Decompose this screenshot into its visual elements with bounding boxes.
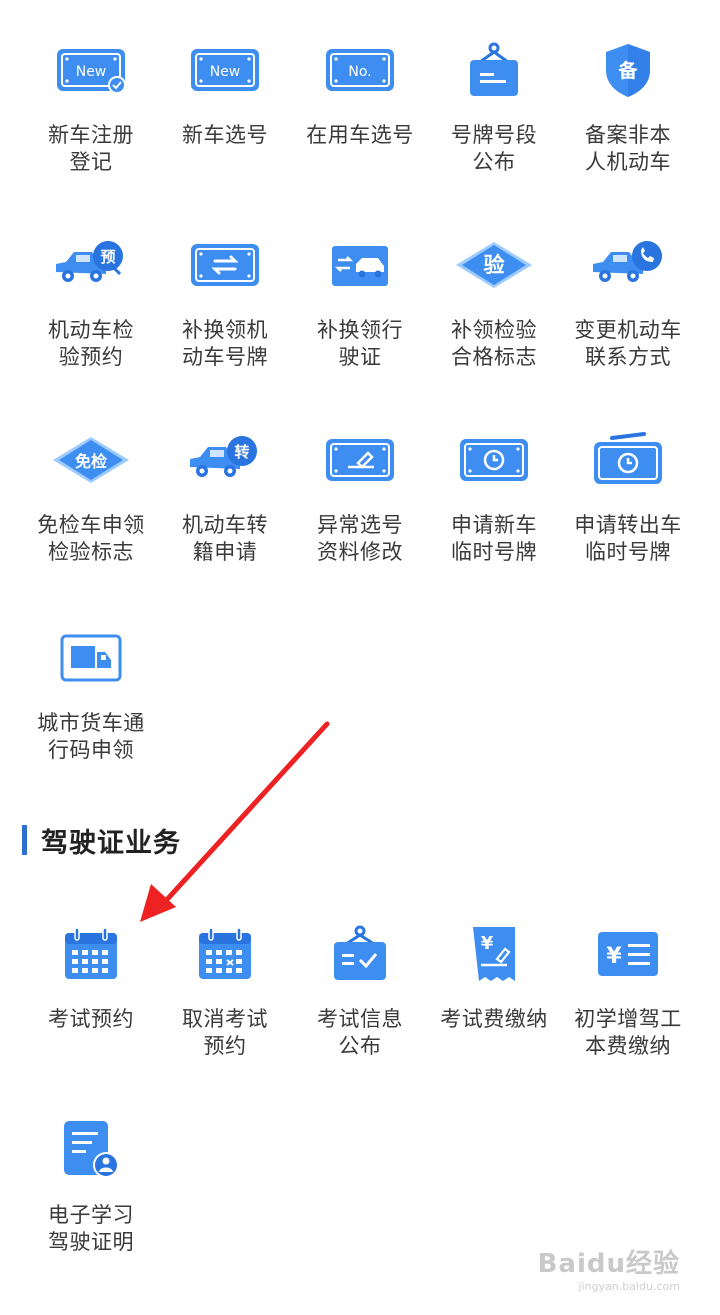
service-item-vehicle_services-10[interactable]: 免检免检车申领 检验标志 xyxy=(24,420,158,566)
plate-edit-icon xyxy=(293,420,427,500)
service-item-label: 异常选号 资料修改 xyxy=(317,513,403,564)
svg-text:验: 验 xyxy=(484,253,505,277)
service-item-label: 初学增驾工 本费缴纳 xyxy=(574,1007,682,1058)
calendar-cancel-icon xyxy=(158,914,292,994)
svg-text:预: 预 xyxy=(100,248,115,266)
car-yu-icon: 预 xyxy=(24,225,158,305)
shield-bei-icon: 备 xyxy=(561,30,695,110)
plate-exchange-icon xyxy=(158,225,292,305)
car-zhuan-icon: 转 xyxy=(158,420,292,500)
service-item-license_section-3[interactable]: ¥ 考试费缴纳 xyxy=(427,914,561,1033)
service-item-label: 新车注册 登记 xyxy=(48,123,134,174)
service-item-label: 号牌号段 公布 xyxy=(451,123,537,174)
new-plate-icon: New xyxy=(158,30,292,110)
service-item-vehicle_services-8[interactable]: 验补领检验 合格标志 xyxy=(427,225,561,371)
section-title-bar xyxy=(22,825,27,855)
service-item-label: 申请新车 临时号牌 xyxy=(451,513,537,564)
baidu-watermark: Baidu经验 jingyan.baidu.com xyxy=(538,1243,680,1293)
service-item-vehicle_services-15[interactable]: 城市货车通 行码申领 xyxy=(24,618,158,764)
service-item-label: 考试信息 公布 xyxy=(317,1007,403,1058)
service-item-label: 免检车申领 检验标志 xyxy=(37,513,145,564)
service-item-vehicle_services-11[interactable]: 转机动车转 籍申请 xyxy=(158,420,292,566)
service-item-vehicle_services-0[interactable]: New 新车注册 登记 xyxy=(24,30,158,176)
watermark-top: Baidu经验 xyxy=(537,1249,680,1279)
doc-person-icon xyxy=(24,1110,158,1190)
svg-text:¥: ¥ xyxy=(606,944,622,969)
service-item-label: 补换领机 动车号牌 xyxy=(182,318,268,369)
service-item-label: 新车选号 xyxy=(182,123,268,147)
svg-text:¥: ¥ xyxy=(481,933,494,954)
watermark-bottom: jingyan.baidu.com xyxy=(578,1280,680,1293)
service-item-vehicle_services-2[interactable]: No. 在用车选号 xyxy=(293,30,427,149)
service-item-label: 在用车选号 xyxy=(306,123,414,147)
service-item-label: 机动车检 验预约 xyxy=(48,318,134,369)
svg-text:New: New xyxy=(210,64,241,80)
service-item-license_section-1[interactable]: 取消考试 预约 xyxy=(158,914,292,1060)
service-item-vehicle_services-1[interactable]: New 新车选号 xyxy=(158,30,292,149)
board-check-icon xyxy=(293,914,427,994)
plate-clock-icon xyxy=(427,420,561,500)
service-item-label: 机动车转 籍申请 xyxy=(182,513,268,564)
service-item-vehicle_services-7[interactable]: 补换领行 驶证 xyxy=(293,225,427,371)
service-item-license_section-5[interactable]: 电子学习 驾驶证明 xyxy=(24,1110,158,1256)
service-item-vehicle_services-9[interactable]: 变更机动车 联系方式 xyxy=(561,225,695,371)
service-item-label: 考试预约 xyxy=(48,1007,134,1031)
no-plate-icon: No. xyxy=(293,30,427,110)
svg-text:转: 转 xyxy=(234,443,249,461)
service-item-label: 电子学习 驾驶证明 xyxy=(48,1203,134,1254)
service-item-vehicle_services-6[interactable]: 补换领机 动车号牌 xyxy=(158,225,292,371)
calendar-icon xyxy=(24,914,158,994)
service-item-label: 取消考试 预约 xyxy=(182,1007,268,1058)
service-item-vehicle_services-4[interactable]: 备备案非本 人机动车 xyxy=(561,30,695,176)
service-item-label: 考试费缴纳 xyxy=(440,1007,548,1031)
svg-text:备: 备 xyxy=(617,59,638,82)
truck-card-icon xyxy=(24,618,158,698)
service-item-vehicle_services-3[interactable]: 号牌号段 公布 xyxy=(427,30,561,176)
service-item-label: 备案非本 人机动车 xyxy=(585,123,671,174)
section-title-text: 驾驶证业务 xyxy=(41,827,181,859)
svg-text:No.: No. xyxy=(348,64,371,80)
service-item-vehicle_services-14[interactable]: 申请转出车 临时号牌 xyxy=(561,420,695,566)
car-exchange-icon xyxy=(293,225,427,305)
receipt-yen-icon: ¥ xyxy=(427,914,561,994)
service-item-label: 变更机动车 联系方式 xyxy=(574,318,682,369)
service-item-license_section-2[interactable]: 考试信息 公布 xyxy=(293,914,427,1060)
svg-text:New: New xyxy=(76,64,107,80)
svg-text:免检: 免检 xyxy=(75,452,107,471)
car-phone-icon xyxy=(561,225,695,305)
new-plate-check-icon: New xyxy=(24,30,158,110)
service-item-label: 补换领行 驶证 xyxy=(317,318,403,369)
diamond-mianjian-icon: 免检 xyxy=(24,420,158,500)
plate-clock-tab-icon xyxy=(561,420,695,500)
card-yen-icon: ¥ xyxy=(561,914,695,994)
diamond-yan-icon: 验 xyxy=(427,225,561,305)
service-item-vehicle_services-13[interactable]: 申请新车 临时号牌 xyxy=(427,420,561,566)
service-item-vehicle_services-12[interactable]: 异常选号 资料修改 xyxy=(293,420,427,566)
service-item-label: 城市货车通 行码申领 xyxy=(37,711,145,762)
service-item-label: 申请转出车 临时号牌 xyxy=(574,513,682,564)
service-item-license_section-0[interactable]: 考试预约 xyxy=(24,914,158,1033)
service-item-license_section-4[interactable]: ¥ 初学增驾工 本费缴纳 xyxy=(561,914,695,1060)
service-item-label: 补领检验 合格标志 xyxy=(451,318,537,369)
section-title-driver-license: 驾驶证业务 xyxy=(22,822,181,859)
hanging-sign-icon xyxy=(427,30,561,110)
service-item-vehicle_services-5[interactable]: 预机动车检 验预约 xyxy=(24,225,158,371)
